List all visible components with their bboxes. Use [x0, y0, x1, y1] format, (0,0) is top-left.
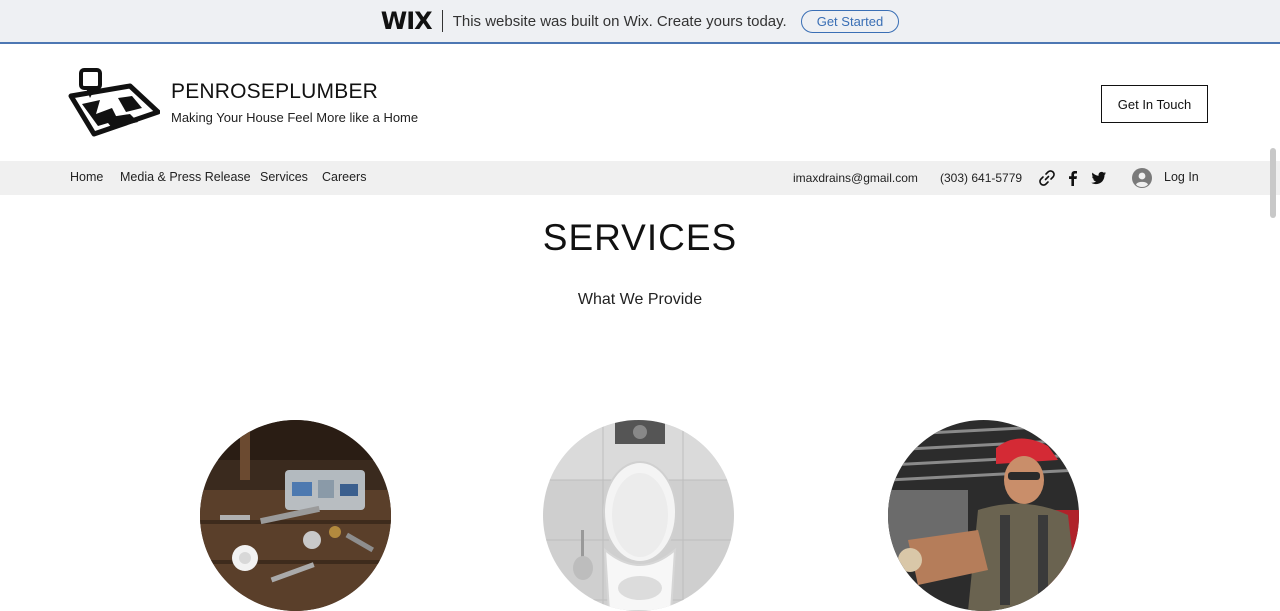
twitter-icon[interactable]	[1090, 169, 1108, 187]
page-subtitle: What We Provide	[577, 291, 703, 308]
contact-email[interactable]: imaxdrains@gmail.com	[793, 171, 918, 185]
site-logo[interactable]	[68, 68, 161, 140]
contact-phone[interactable]: (303) 641-5779	[940, 171, 1022, 185]
map-pin-logo-icon	[68, 68, 161, 137]
get-in-touch-button[interactable]: Get In Touch	[1101, 85, 1208, 123]
nav-item-home[interactable]: Home	[70, 170, 103, 184]
wix-banner: WIX This website was built on Wix. Creat…	[0, 0, 1280, 44]
page-title: SERVICES	[542, 217, 738, 258]
banner-message: This website was built on Wix. Create yo…	[452, 12, 787, 30]
tools-workbench-image	[200, 420, 391, 611]
navigation-bar: Home Media & Press Release Services Care…	[0, 161, 1280, 195]
page-scrollbar[interactable]	[1270, 148, 1276, 218]
plumber-worker-image	[888, 420, 1079, 611]
site-tagline: Making Your House Feel More like a Home	[171, 110, 419, 125]
user-avatar-icon[interactable]	[1132, 168, 1152, 188]
banner-divider	[441, 10, 443, 32]
nav-item-careers[interactable]: Careers	[322, 170, 366, 184]
site-title[interactable]: PENROSEPLUMBER	[171, 80, 378, 104]
link-icon[interactable]	[1038, 169, 1056, 187]
facebook-icon[interactable]	[1064, 169, 1082, 187]
wix-logo[interactable]: WIX	[381, 7, 433, 35]
nav-item-media-press-release[interactable]: Media & Press Release	[120, 170, 251, 184]
toilet-image	[543, 420, 734, 611]
login-link[interactable]: Log In	[1164, 170, 1199, 184]
get-started-button[interactable]: Get Started	[800, 9, 900, 33]
nav-item-services[interactable]: Services	[260, 170, 308, 184]
